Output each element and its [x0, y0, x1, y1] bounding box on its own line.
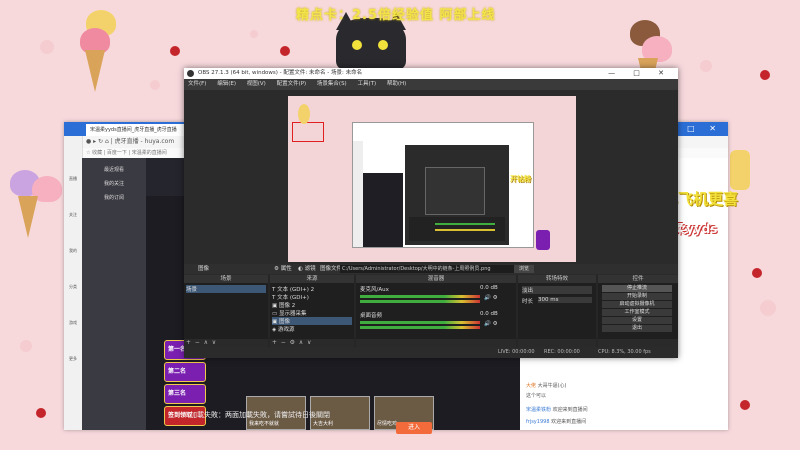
- image-file-label: 图像文件: [320, 266, 343, 272]
- load-error-caption: 加載失敗：两面加載失敗，请嘗試待日後關閉: [190, 411, 330, 419]
- mixer-channel-name: 桌面音频: [360, 313, 383, 319]
- menu-scene-collection[interactable]: 场景集合(S): [317, 81, 347, 87]
- transitions-header: 转场特效: [518, 275, 596, 283]
- source-toolbar: 图像 ⚙ 属性 ◐ 滤镜 图像文件 C:/Users/Administrator…: [184, 264, 678, 274]
- scenes-footer[interactable]: + − ∧ ∨: [184, 339, 268, 347]
- rank-card[interactable]: 第三名: [164, 384, 206, 404]
- left-panel-subscribe[interactable]: 我的订阅: [86, 194, 142, 201]
- mixer-channel-db: 0.0 dB: [480, 311, 498, 317]
- controls-footer: [598, 339, 678, 347]
- live-timer: LIVE: 00:00:00: [498, 349, 535, 355]
- obs-title: OBS 27.1.3 (64 bit, windows) - 配置文件: 未命名…: [198, 70, 363, 76]
- menu-tools[interactable]: 工具(T): [357, 81, 376, 87]
- start-recording-button[interactable]: 开始录制: [602, 293, 672, 300]
- source-item[interactable]: T 文本 (GDI+): [272, 293, 309, 301]
- transition-select[interactable]: 淡出: [522, 286, 592, 294]
- scene-item[interactable]: 场景: [186, 285, 266, 293]
- properties-button[interactable]: ⚙ 属性: [274, 264, 292, 274]
- sources-dock: T 文本 (GDI+) 2 T 文本 (GDI+) ▣ 图像 2 ▭ 显示器采集…: [270, 283, 354, 339]
- duration-label: 时长: [522, 299, 534, 305]
- sources-footer[interactable]: + − ⚙ ∧ ∨: [270, 339, 354, 347]
- preview-nested-browser: [352, 122, 534, 248]
- preview-overlay-text: 开钻粉: [510, 175, 531, 183]
- chat-message: frjsy1998 欢迎来到直播间: [526, 419, 587, 425]
- studio-mode-button[interactable]: 工作室模式: [602, 309, 672, 316]
- cherry-icon: [280, 46, 290, 56]
- virtual-camera-button[interactable]: 启动虚拟摄像机: [602, 301, 672, 308]
- scenes-dock: 场景: [184, 283, 268, 339]
- obs-window: OBS 27.1.3 (64 bit, windows) - 配置文件: 未命名…: [184, 68, 678, 358]
- menu-help[interactable]: 帮助(H): [387, 81, 406, 87]
- transitions-footer: [518, 339, 596, 347]
- chat-panel: 大佬 大哥牛逼(心) 这个可以 宋温柔铁粉 欢迎来到直播间 frjsy1998 …: [520, 360, 720, 430]
- chat-message: 宋温柔铁粉 欢迎来到直播间: [526, 407, 588, 413]
- obs-menu-bar: 文件(F) 编辑(E) 视图(V) 配置文件(P) 场景集合(S) 工具(T) …: [184, 79, 678, 90]
- transitions-dock: 淡出 时长 300 ms: [518, 283, 596, 339]
- mixer-channel-db: 0.0 dB: [480, 285, 498, 291]
- source-type-label: 图像: [198, 266, 210, 272]
- controls-header: 控件: [598, 275, 678, 283]
- ice-cream-cone-icon: [85, 50, 105, 92]
- image-path-input[interactable]: C:/Users/Administrator/Desktop/大明中的链条-上周…: [340, 265, 514, 273]
- menu-file[interactable]: 文件(F): [188, 81, 206, 87]
- overlay-title: 精点卡：2.5倍经验值 阿部上线: [296, 8, 496, 23]
- preview-nested-obs: [405, 145, 509, 245]
- obs-logo-icon: [187, 70, 194, 77]
- rec-timer: REC: 00:00:00: [544, 349, 580, 355]
- sidebar-item-follow[interactable]: 关注: [67, 212, 79, 218]
- left-panel-recent[interactable]: 最近观看: [86, 166, 142, 173]
- source-item[interactable]: T 文本 (GDI+) 2: [272, 285, 314, 293]
- source-item[interactable]: ▣ 图像: [272, 317, 352, 325]
- menu-view[interactable]: 视图(V): [247, 81, 266, 87]
- chat-message: 大佬 大哥牛逼(心): [526, 383, 567, 389]
- chat-message: 这个可以: [526, 393, 547, 399]
- scenes-header: 场景: [184, 275, 268, 283]
- enter-button[interactable]: 进入: [396, 422, 432, 434]
- source-item[interactable]: ▣ 图像 2: [272, 301, 295, 309]
- mixer-header: 混音器: [356, 275, 516, 283]
- browse-button[interactable]: 浏览: [514, 265, 534, 273]
- browser-sidebar: 直播 关注 我的 分类 游戏 更多: [64, 136, 83, 430]
- volume-mute-icon[interactable]: 🔊 ⚙: [484, 321, 498, 327]
- cpu-fps: CPU: 8.3%, 30.00 fps: [598, 349, 651, 355]
- sidebar-item-games[interactable]: 游戏: [67, 320, 79, 326]
- menu-edit[interactable]: 编辑(E): [217, 81, 236, 87]
- mixer-footer: [356, 339, 516, 347]
- stop-streaming-button[interactable]: 停止推流: [602, 285, 672, 292]
- obs-preview[interactable]: 开钻粉: [288, 96, 576, 262]
- sidebar-item-live[interactable]: 直播: [67, 176, 79, 182]
- duration-input[interactable]: 300 ms: [538, 297, 592, 303]
- sidebar-item-mine[interactable]: 我的: [67, 248, 79, 254]
- menu-profile[interactable]: 配置文件(P): [277, 81, 307, 87]
- controls-dock: 停止推流 开始录制 启动虚拟摄像机 工作室模式 设置 退出: [598, 283, 678, 339]
- filters-button[interactable]: ◐ 滤镜: [298, 264, 316, 274]
- mixer-dock: 麦克风/Aux 0.0 dB 🔊 ⚙ 桌面音频 0.0 dB 🔊 ⚙: [356, 283, 516, 339]
- obs-docks: 场景 来源 混音器 转场特效 控件 场景 + − ∧ ∨ T 文本 (GDI+)…: [184, 275, 678, 347]
- browser-tab[interactable]: 宋温柔yyds直播间_虎牙直播_虎牙直播: [86, 124, 186, 136]
- volume-mute-icon[interactable]: 🔊 ⚙: [484, 295, 498, 301]
- rank-card[interactable]: 第二名: [164, 362, 206, 382]
- obs-status-bar: LIVE: 00:00:00 REC: 00:00:00 CPU: 8.3%, …: [184, 347, 678, 358]
- browser-left-panel: 最近观看 我的关注 我的订阅: [82, 158, 146, 430]
- sidebar-item-more[interactable]: 更多: [67, 356, 79, 362]
- exit-button[interactable]: 退出: [602, 325, 672, 332]
- source-item[interactable]: ◈ 游戏源: [272, 325, 295, 333]
- mixer-channel-name: 麦克风/Aux: [360, 287, 389, 293]
- source-item[interactable]: ▭ 显示器采集: [272, 309, 306, 317]
- sidebar-item-category[interactable]: 分类: [67, 284, 79, 290]
- obs-title-bar: OBS 27.1.3 (64 bit, windows) - 配置文件: 未命名…: [184, 68, 678, 79]
- settings-button[interactable]: 设置: [602, 317, 672, 324]
- selected-source-box[interactable]: [292, 122, 324, 142]
- obs-window-controls[interactable]: — □ ✕: [608, 68, 672, 79]
- sources-header: 来源: [270, 275, 354, 283]
- left-panel-follow[interactable]: 我的关注: [86, 180, 142, 187]
